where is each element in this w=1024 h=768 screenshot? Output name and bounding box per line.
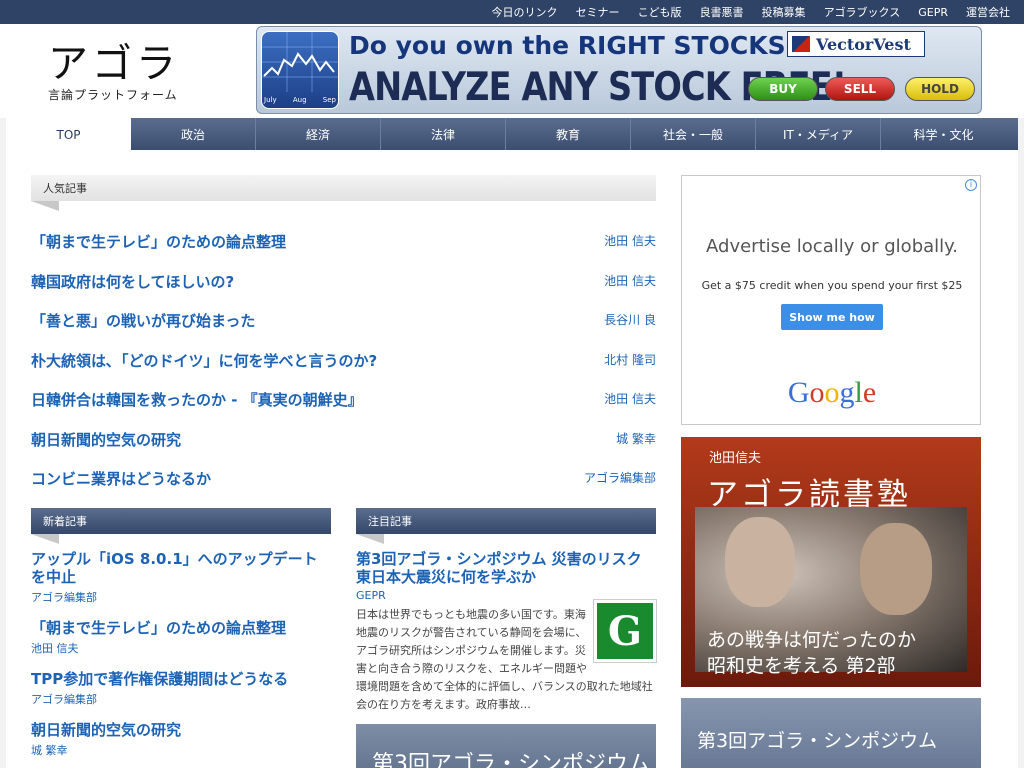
newest-list: アップル「iOS 8.0.1」へのアップデートを中止 アゴラ編集部 「朝まで生テ…: [31, 550, 331, 768]
popular-author[interactable]: 池田 信夫: [604, 232, 656, 249]
newest-title[interactable]: TPP参加で著作権保護期間はどうなる: [31, 670, 331, 688]
newest-author[interactable]: アゴラ編集部: [31, 589, 331, 605]
nav-tab-economy[interactable]: 経済: [256, 118, 381, 150]
top-link-kids[interactable]: こども版: [638, 4, 682, 20]
nav-tab-society[interactable]: 社会・一般: [631, 118, 756, 150]
newest-author[interactable]: 池田 信夫: [31, 640, 331, 656]
category-nav: TOP 政治 経済 法律 教育 社会・一般 IT・メディア 科学・文化: [6, 118, 1018, 152]
newest-author[interactable]: アゴラ編集部: [31, 691, 331, 707]
ad-info-icon[interactable]: i: [965, 179, 977, 191]
nav-tab-politics[interactable]: 政治: [131, 118, 256, 150]
popular-author[interactable]: 池田 信夫: [604, 272, 656, 289]
heading-tab-decoration: [356, 534, 384, 544]
list-item: コンビニ業界はどうなるか アゴラ編集部: [31, 463, 656, 503]
top-link-seminar[interactable]: セミナー: [576, 4, 620, 20]
top-link-today[interactable]: 今日のリンク: [492, 4, 558, 20]
newest-author[interactable]: 城 繁幸: [31, 742, 331, 758]
list-item: 日韓併合は韓国を救ったのか - 『真実の朝鮮史』 池田 信夫: [31, 384, 656, 424]
symposium-banner-small[interactable]: 第3回アゴラ・シンポジウム: [356, 724, 656, 768]
juku-caption-line2: 昭和史を考える 第2部: [707, 655, 896, 677]
buy-button[interactable]: BUY: [748, 77, 818, 101]
popular-title[interactable]: コンビニ業界はどうなるか: [31, 468, 211, 489]
top-link-submit[interactable]: 投稿募集: [762, 4, 806, 20]
logo-title: アゴラ: [48, 41, 180, 87]
featured-article: 第3回アゴラ・シンポジウム 災害のリスク 東日本大震災に何を学ぶか GEPR G…: [356, 550, 657, 716]
popular-heading: 人気記事: [31, 175, 656, 211]
ad-subtext: Get a $75 credit when you spend your fir…: [701, 279, 963, 292]
top-links-bar: 今日のリンク セミナー こども版 良書悪書 投稿募集 アゴラブックス GEPR …: [0, 0, 1024, 24]
speaker-photo-left: [725, 517, 795, 607]
hold-button[interactable]: HOLD: [905, 77, 975, 101]
nav-tab-science[interactable]: 科学・文化: [881, 118, 1006, 150]
list-item: 韓国政府は何をしてほしいの? 池田 信夫: [31, 266, 656, 306]
popular-list: 「朝まで生テレビ」のための論点整理 池田 信夫 韓国政府は何をしてほしいの? 池…: [31, 226, 656, 503]
popular-title[interactable]: 韓国政府は何をしてほしいの?: [31, 271, 234, 292]
nav-tab-it-media[interactable]: IT・メディア: [756, 118, 881, 150]
list-item: 朝日新聞的空気の研究 城 繁幸: [31, 721, 331, 758]
vectorvest-logo: VectorVest: [787, 31, 925, 57]
juku-author: 池田信夫: [709, 451, 762, 466]
nav-tab-top[interactable]: TOP: [6, 118, 131, 152]
nav-tab-education[interactable]: 教育: [506, 118, 631, 150]
nav-tab-law[interactable]: 法律: [381, 118, 506, 150]
reading-seminar-banner[interactable]: 池田信夫 アゴラ読書塾 あの戦争は何だったのか 昭和史を考える 第2部: [681, 437, 981, 687]
list-item: アップル「iOS 8.0.1」へのアップデートを中止 アゴラ編集部: [31, 550, 331, 605]
list-item: TPP参加で著作権保護期間はどうなる アゴラ編集部: [31, 670, 331, 707]
juku-caption-line1: あの戦争は何だったのか: [707, 629, 917, 651]
popular-title[interactable]: 「朝まで生テレビ」のための論点整理: [31, 231, 286, 252]
chart-months: July Aug Sep: [264, 96, 336, 104]
banner-headline: Do you own the RIGHT STOCKS?: [349, 31, 801, 60]
google-logo: Google: [787, 376, 877, 409]
top-links: 今日のリンク セミナー こども版 良書悪書 投稿募集 アゴラブックス GEPR …: [492, 0, 1010, 24]
newest-heading: 新着記事: [31, 508, 331, 544]
list-item: 「朝まで生テレビ」のための論点整理 池田 信夫: [31, 619, 331, 656]
featured-body: G 日本は世界でもっとも地震の多い国です。東海地震のリスクが警告されている静岡を…: [356, 599, 657, 716]
featured-excerpt: 日本は世界でもっとも地震の多い国です。東海地震のリスクが警告されている静岡を会場…: [356, 608, 653, 711]
show-me-how-button[interactable]: Show me how: [781, 304, 883, 330]
speaker-photo-right: [860, 523, 932, 615]
list-item: 朝日新聞的空気の研究 城 繁幸: [31, 424, 656, 464]
logo-subtitle: 言論プラットフォーム: [48, 88, 178, 102]
popular-title[interactable]: 朴大統領は､「どのドイツ」に何を学べと言うのか?: [31, 350, 377, 371]
list-item: 「朝まで生テレビ」のための論点整理 池田 信夫: [31, 226, 656, 266]
site-header: アゴラ 言論プラットフォーム July Aug Sep Do you own t…: [0, 24, 1024, 118]
list-item: 朴大統領は､「どのドイツ」に何を学べと言うのか? 北村 隆司: [31, 345, 656, 385]
top-link-company[interactable]: 運営会社: [966, 4, 1010, 20]
google-ad[interactable]: i Advertise locally or globally. Get a $…: [681, 175, 981, 425]
top-link-agora-books[interactable]: アゴラブックス: [824, 4, 901, 20]
stock-chart-icon: July Aug Sep: [261, 31, 339, 109]
heading-tab-decoration: [31, 534, 59, 544]
stock-ad-banner[interactable]: July Aug Sep Do you own the RIGHT STOCKS…: [256, 26, 982, 114]
popular-author[interactable]: 城 繁幸: [616, 430, 656, 447]
featured-title[interactable]: 第3回アゴラ・シンポジウム 災害のリスク 東日本大震災に何を学ぶか: [356, 550, 656, 586]
site-logo[interactable]: アゴラ 言論プラットフォーム: [48, 42, 208, 112]
popular-author[interactable]: アゴラ編集部: [584, 469, 656, 486]
symposium-title: 第3回アゴラ・シンポジウム: [697, 730, 938, 752]
top-link-gepr[interactable]: GEPR: [918, 6, 948, 19]
heading-tab-decoration: [31, 201, 59, 211]
newest-title[interactable]: 朝日新聞的空気の研究: [31, 721, 331, 739]
top-link-books[interactable]: 良書悪書: [700, 4, 744, 20]
newest-title[interactable]: 「朝まで生テレビ」のための論点整理: [31, 619, 331, 637]
ad-headline: Advertise locally or globally.: [706, 236, 958, 257]
featured-heading: 注目記事: [356, 508, 656, 544]
newest-title[interactable]: アップル「iOS 8.0.1」へのアップデートを中止: [31, 550, 331, 586]
list-item: 「善と悪」の戦いが再び始まった 長谷川 良: [31, 305, 656, 345]
popular-author[interactable]: 長谷川 良: [604, 311, 656, 328]
popular-title[interactable]: 「善と悪」の戦いが再び始まった: [31, 310, 255, 331]
symposium-banner[interactable]: 第3回アゴラ・シンポジウム: [681, 698, 981, 768]
popular-title[interactable]: 朝日新聞的空気の研究: [31, 429, 181, 450]
popular-author[interactable]: 北村 隆司: [604, 351, 656, 368]
popular-author[interactable]: 池田 信夫: [604, 390, 656, 407]
popular-title[interactable]: 日韓併合は韓国を救ったのか - 『真実の朝鮮史』: [31, 389, 363, 410]
sell-button[interactable]: SELL: [825, 77, 895, 101]
